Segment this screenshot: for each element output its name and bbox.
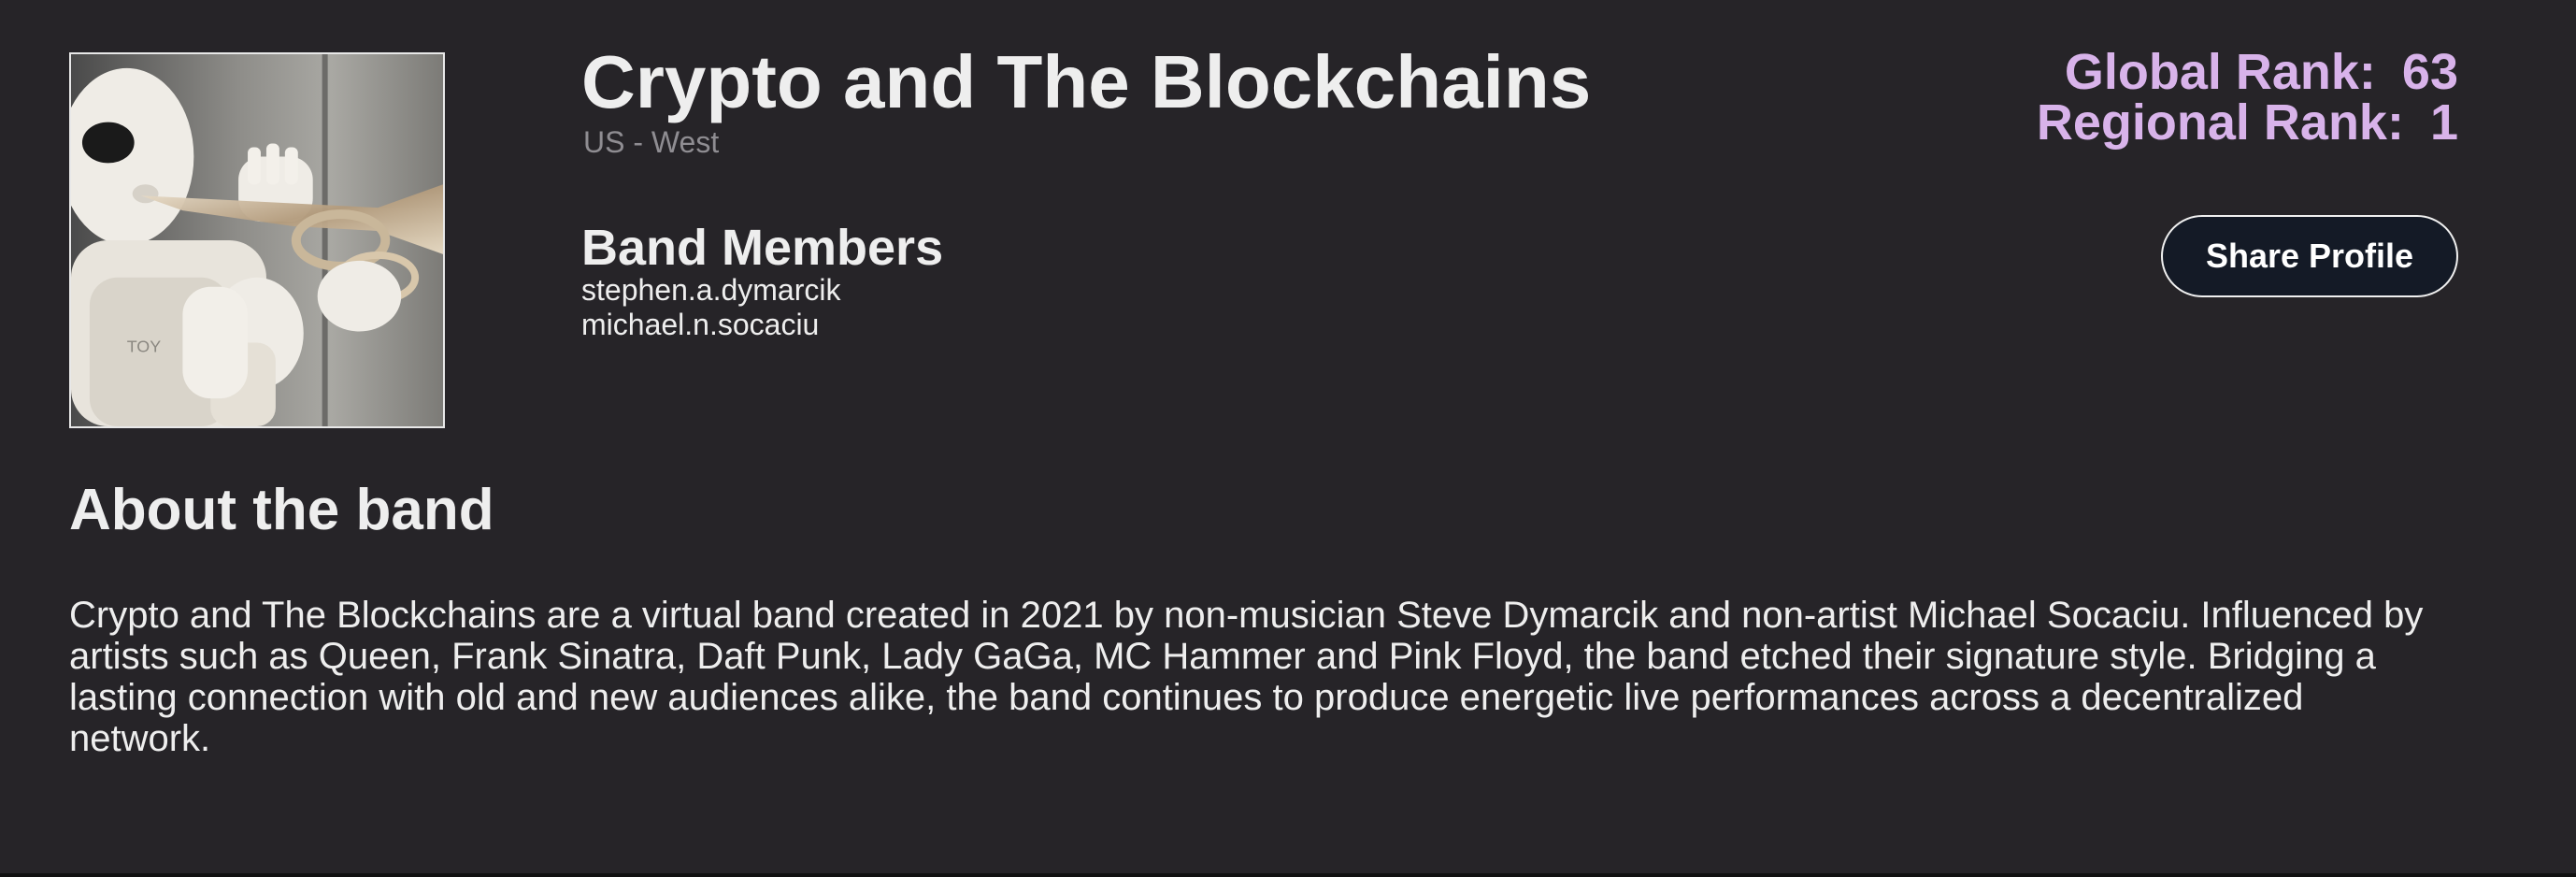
band-avatar: TOY bbox=[69, 52, 445, 428]
band-name: Crypto and The Blockchains bbox=[581, 40, 1592, 123]
band-region: US - West bbox=[583, 125, 720, 159]
bottom-divider bbox=[0, 873, 2576, 877]
member-item: michael.n.socaciu bbox=[581, 308, 820, 341]
regional-rank-row: Regional Rank: 1 bbox=[2037, 97, 2458, 148]
global-rank-row: Global Rank: 63 bbox=[2037, 47, 2458, 97]
about-text: Crypto and The Blockchains are a virtual… bbox=[69, 595, 2424, 759]
band-members-list: stephen.a.dymarcik michael.n.socaciu bbox=[581, 273, 840, 342]
global-rank-label: Global Rank: bbox=[2064, 44, 2376, 100]
member-item: stephen.a.dymarcik bbox=[581, 273, 841, 307]
regional-rank-value: 1 bbox=[2429, 94, 2458, 151]
band-members-heading: Band Members bbox=[581, 220, 944, 276]
regional-rank-label: Regional Rank: bbox=[2036, 94, 2404, 151]
global-rank-value: 63 bbox=[2401, 44, 2458, 100]
share-profile-button[interactable]: Share Profile bbox=[2161, 215, 2458, 297]
rank-panel: Global Rank: 63 Regional Rank: 1 bbox=[2037, 47, 2458, 148]
robot-trumpet-image: TOY bbox=[71, 54, 443, 426]
svg-text:TOY: TOY bbox=[127, 337, 162, 355]
about-heading: About the band bbox=[69, 478, 494, 542]
